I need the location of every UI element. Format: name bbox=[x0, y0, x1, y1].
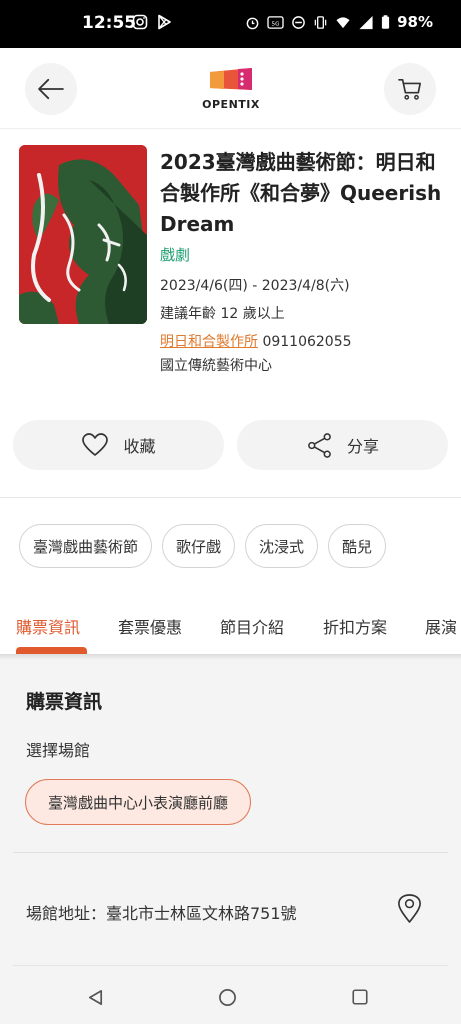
event-title: 2023臺灣戲曲藝術節：明日和合製作所《和合夢》Queerish Dream bbox=[160, 150, 442, 236]
tag-chip[interactable]: 歌仔戲 bbox=[162, 524, 236, 568]
event-age: 建議年齡 12 歲以上 bbox=[160, 306, 285, 322]
share-icon bbox=[308, 432, 331, 458]
event-venue: 國立傳統藝術中心 bbox=[160, 358, 272, 374]
battery-percent: 98% bbox=[397, 13, 433, 31]
logo-mark-icon bbox=[210, 68, 252, 90]
nav-recents-icon[interactable] bbox=[351, 988, 369, 1006]
battery-icon bbox=[381, 15, 390, 29]
location-pin-icon bbox=[398, 894, 421, 923]
tab-performances[interactable]: 展演 bbox=[425, 614, 457, 638]
app-header: OPENTIX bbox=[0, 48, 461, 129]
panel-divider bbox=[13, 852, 448, 853]
event-category[interactable]: 戲劇 bbox=[160, 244, 451, 265]
tab-program-intro[interactable]: 節目介紹 bbox=[220, 614, 284, 638]
svg-text:5G: 5G bbox=[272, 21, 280, 27]
tab-ticket-info[interactable]: 購票資訊 bbox=[16, 614, 80, 638]
tag-chip[interactable]: 沈浸式 bbox=[245, 524, 319, 568]
event-poster[interactable] bbox=[19, 145, 147, 324]
venue-option-chip[interactable]: 臺灣戲曲中心小表演廳前廳 bbox=[25, 779, 252, 825]
system-nav-bar bbox=[0, 970, 461, 1024]
venue-address: 場館地址：臺北市士林區文林路751號 bbox=[26, 904, 297, 923]
ticket-info-title: 購票資訊 bbox=[26, 691, 103, 713]
logo-text: OPENTIX bbox=[202, 98, 260, 111]
vibrate-icon bbox=[314, 15, 327, 29]
cart-button[interactable] bbox=[384, 63, 436, 115]
map-button[interactable] bbox=[396, 893, 423, 928]
share-label: 分享 bbox=[346, 437, 379, 456]
nav-home-icon[interactable] bbox=[218, 988, 237, 1007]
heart-icon bbox=[82, 433, 109, 456]
tab-package-offers[interactable]: 套票優惠 bbox=[118, 614, 182, 638]
alarm-icon bbox=[246, 17, 259, 29]
status-bar: 12:55 5G 98% bbox=[0, 0, 461, 48]
opentix-logo[interactable]: OPENTIX bbox=[200, 66, 262, 116]
instagram-icon bbox=[132, 14, 148, 30]
event-actions: 收藏 分享 bbox=[13, 420, 449, 470]
organizer-link[interactable]: 明日和合製作所 bbox=[160, 334, 258, 350]
tag-list: 臺灣戲曲藝術節 歌仔戲 沈浸式 酷兒 bbox=[19, 524, 387, 568]
share-button[interactable]: 分享 bbox=[237, 420, 448, 470]
cart-icon bbox=[398, 78, 421, 100]
dnd-icon bbox=[292, 15, 305, 29]
play-store-icon bbox=[158, 14, 171, 30]
event-dates: 2023/4/6(四) - 2023/4/8(六) bbox=[160, 278, 350, 294]
signal-icon bbox=[359, 15, 373, 29]
nfc-icon: 5G bbox=[267, 15, 284, 29]
tag-chip[interactable]: 臺灣戲曲藝術節 bbox=[19, 524, 153, 568]
status-time: 12:55 bbox=[82, 13, 137, 33]
select-venue-label: 選擇場館 bbox=[26, 741, 91, 760]
tab-bar: 購票資訊 套票優惠 節目介紹 折扣方案 展演 bbox=[0, 600, 461, 654]
arrow-left-icon bbox=[38, 78, 64, 100]
poster-artwork bbox=[19, 145, 147, 324]
nav-back-icon[interactable] bbox=[86, 988, 105, 1007]
organizer-phone: 0911062055 bbox=[262, 334, 352, 350]
wifi-icon bbox=[336, 16, 350, 28]
back-button[interactable] bbox=[25, 63, 77, 115]
event-summary: 2023臺灣戲曲藝術節：明日和合製作所《和合夢》Queerish Dream 戲… bbox=[19, 145, 451, 380]
panel-divider-bottom bbox=[13, 965, 448, 966]
favorite-button[interactable]: 收藏 bbox=[13, 420, 224, 470]
tab-discounts[interactable]: 折扣方案 bbox=[323, 614, 387, 638]
favorite-label: 收藏 bbox=[123, 437, 156, 456]
ticket-info-panel: 購票資訊 選擇場館 臺灣戲曲中心小表演廳前廳 場館地址：臺北市士林區文林路751… bbox=[0, 660, 461, 970]
tag-chip[interactable]: 酷兒 bbox=[328, 524, 387, 568]
section-divider bbox=[0, 497, 461, 498]
event-organizer-row: 明日和合製作所 0911062055 bbox=[160, 331, 451, 351]
